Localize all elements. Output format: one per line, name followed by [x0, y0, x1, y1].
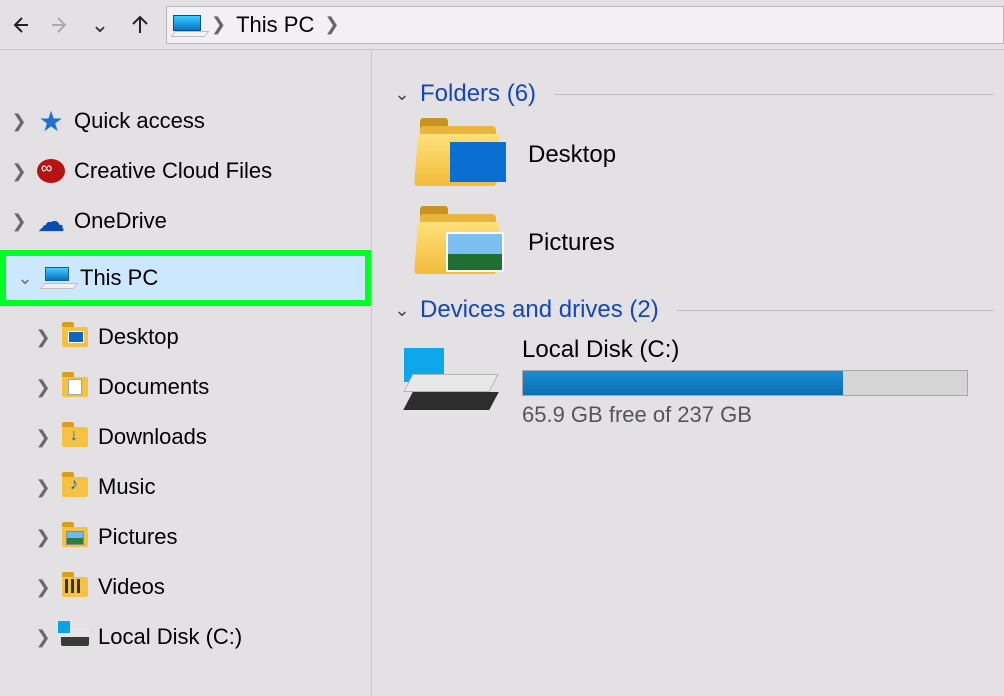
tree-item-onedrive[interactable]: ❯ OneDrive: [0, 196, 371, 246]
address-bar[interactable]: ❯ This PC ❯: [166, 6, 1004, 44]
drive-icon: [61, 628, 89, 646]
tree-label: Documents: [98, 374, 371, 400]
divider: [554, 94, 994, 95]
up-button[interactable]: [120, 5, 160, 45]
chevron-right-icon[interactable]: ❯: [10, 111, 28, 132]
tree-label: OneDrive: [74, 208, 371, 234]
tree-label: Music: [98, 474, 371, 500]
group-title: Folders (6): [420, 80, 536, 108]
divider: [677, 310, 994, 311]
drive-used-fill: [523, 371, 843, 395]
music-folder-icon: [62, 477, 88, 497]
back-button[interactable]: [0, 5, 40, 45]
tree-item-documents[interactable]: ❯ Documents: [0, 362, 371, 412]
chevron-right-icon[interactable]: ❯: [34, 577, 52, 598]
tree-item-downloads[interactable]: ❯ Downloads: [0, 412, 371, 462]
tree-label: Desktop: [98, 324, 371, 350]
tree-item-desktop[interactable]: ❯ Desktop: [0, 312, 371, 362]
drive-free-text: 65.9 GB free of 237 GB: [522, 402, 994, 428]
pictures-folder-icon: [416, 208, 504, 278]
forward-button[interactable]: [40, 5, 80, 45]
chevron-right-icon[interactable]: ❯: [34, 377, 52, 398]
chevron-down-icon[interactable]: ⌄: [392, 84, 412, 105]
highlight-annotation: ⌄ This PC: [0, 250, 371, 306]
chevron-right-icon[interactable]: ❯: [34, 477, 52, 498]
tree-item-local-disk[interactable]: ❯ Local Disk (C:): [0, 612, 371, 662]
tree-label: Downloads: [98, 424, 371, 450]
chevron-right-icon[interactable]: ❯: [34, 527, 52, 548]
tree-label: Videos: [98, 574, 371, 600]
chevron-down-icon[interactable]: ⌄: [16, 268, 34, 289]
chevron-down-icon: ⌄: [91, 12, 109, 38]
tree-label: Pictures: [98, 524, 371, 550]
pictures-folder-icon: [62, 527, 88, 547]
this-pc-icon: [42, 267, 72, 289]
group-header-drives[interactable]: ⌄ Devices and drives (2): [392, 296, 994, 324]
tree-item-quick-access[interactable]: ❯ Quick access: [0, 96, 371, 146]
drive-info: Local Disk (C:) 65.9 GB free of 237 GB: [522, 336, 994, 428]
videos-folder-icon: [62, 577, 88, 597]
breadcrumb-location[interactable]: This PC: [236, 12, 314, 38]
tree-item-videos[interactable]: ❯ Videos: [0, 562, 371, 612]
arrow-right-icon: [48, 13, 72, 37]
documents-folder-icon: [62, 377, 88, 397]
content-pane: ⌄ Folders (6) Desktop Pictures ⌄ Devices…: [372, 50, 1004, 696]
chevron-right-icon[interactable]: ❯: [34, 327, 52, 348]
desktop-folder-icon: [62, 327, 88, 347]
arrow-up-icon: [128, 13, 152, 37]
downloads-folder-icon: [62, 427, 88, 447]
tree-label: Local Disk (C:): [98, 624, 371, 650]
star-icon: [36, 108, 66, 134]
arrow-left-icon: [8, 13, 32, 37]
chevron-right-icon[interactable]: ❯: [10, 211, 28, 232]
folder-item-pictures[interactable]: Pictures: [416, 208, 994, 278]
tree-item-music[interactable]: ❯ Music: [0, 462, 371, 512]
desktop-folder-icon: [416, 120, 504, 190]
chevron-right-icon[interactable]: ❯: [34, 427, 52, 448]
creative-cloud-icon: [37, 159, 65, 183]
group-title: Devices and drives (2): [420, 296, 659, 324]
drive-icon: [402, 346, 498, 418]
tree-label: Creative Cloud Files: [74, 158, 371, 184]
nav-bar: ⌄ ❯ This PC ❯: [0, 0, 1004, 50]
folder-label: Desktop: [528, 141, 616, 169]
onedrive-icon: [36, 208, 66, 234]
tree-item-pictures[interactable]: ❯ Pictures: [0, 512, 371, 562]
drive-item-local-disk[interactable]: Local Disk (C:) 65.9 GB free of 237 GB: [402, 336, 994, 428]
this-pc-icon: [173, 15, 201, 35]
tree-item-creative-cloud[interactable]: ❯ Creative Cloud Files: [0, 146, 371, 196]
tree-item-this-pc[interactable]: ⌄ This PC: [6, 256, 365, 300]
group-header-folders[interactable]: ⌄ Folders (6): [392, 80, 994, 108]
navigation-tree: ❯ Quick access ❯ Creative Cloud Files ❯ …: [0, 50, 372, 696]
drive-capacity-bar: [522, 370, 968, 396]
chevron-down-icon[interactable]: ⌄: [392, 300, 412, 321]
folder-label: Pictures: [528, 229, 615, 257]
tree-label: Quick access: [74, 108, 371, 134]
drive-name: Local Disk (C:): [522, 336, 994, 364]
recent-dropdown[interactable]: ⌄: [80, 5, 120, 45]
tree-label: This PC: [80, 265, 365, 291]
chevron-right-icon[interactable]: ❯: [34, 627, 52, 648]
folder-item-desktop[interactable]: Desktop: [416, 120, 994, 190]
chevron-right-icon[interactable]: ❯: [10, 161, 28, 182]
breadcrumb-separator-icon[interactable]: ❯: [314, 14, 349, 35]
